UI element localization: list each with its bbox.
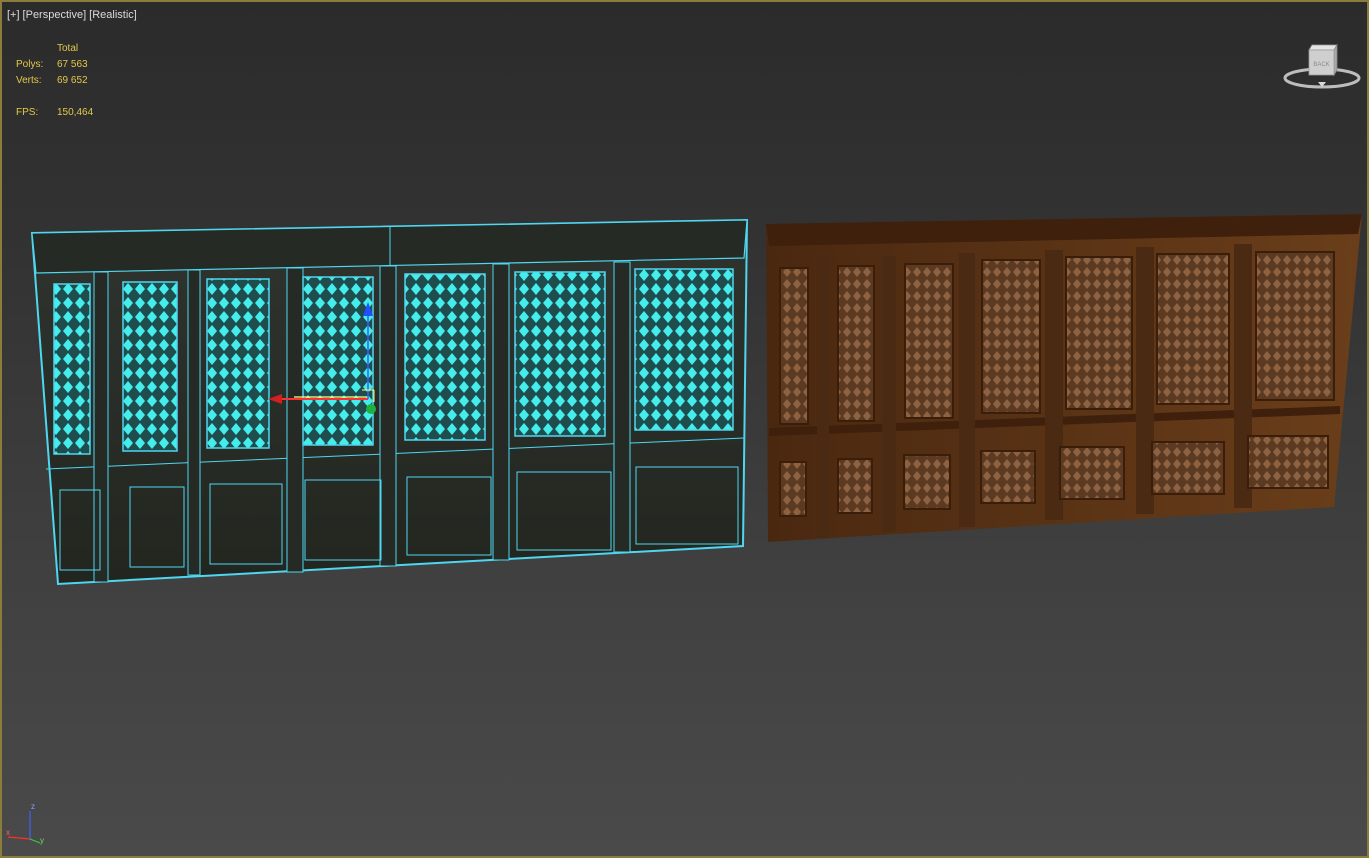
axis-x-label: x (6, 828, 10, 837)
axis-tripod: z x y (6, 802, 44, 845)
viewcube-face-label: BACK (1313, 62, 1329, 68)
gizmo-y-handle[interactable] (366, 404, 376, 414)
selected-wall-panel[interactable] (30, 218, 749, 586)
viewcube[interactable]: BACK (1282, 42, 1362, 94)
axis-y-label: y (40, 836, 44, 845)
wall-panel[interactable] (766, 214, 1362, 542)
scene-canvas[interactable] (2, 2, 1367, 856)
axis-z-label: z (31, 802, 35, 811)
perspective-viewport[interactable]: [+] [Perspective] [Realistic] Total Polys:… (0, 0, 1369, 858)
